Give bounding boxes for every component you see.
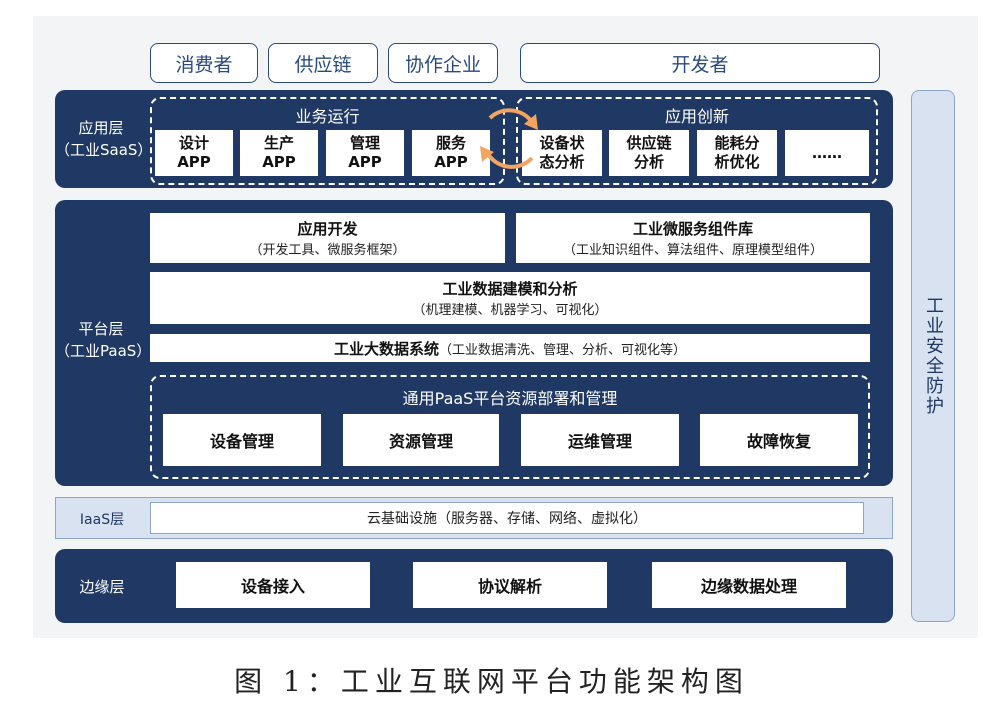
app-card-management: 管理 APP [326,130,404,176]
innovation-group-title: 应用创新 [664,107,729,126]
business-group-title: 业务运行 [295,107,360,126]
edge-layer-label: 边缘层 [79,578,125,596]
edge-card-device-access: 设备接入 [176,562,370,608]
app-card-design: 设计 APP [155,130,233,176]
app-card-energy-optimization-line2: 析优化 [714,153,760,171]
app-card-production-line1: 生产 [263,134,294,152]
app-card-production: 生产 APP [240,130,318,176]
app-card-supply-chain-analysis-line2: 分析 [633,153,664,171]
microservice-card: 工业微服务组件库 （工业知识组件、算法组件、原理模型组件） [516,213,870,263]
edge-card-edge-data: 边缘数据处理 [652,562,846,608]
iaas-layer-label: IaaS层 [79,512,125,528]
modeling-card: 工业数据建模和分析 （机理建模、机器学习、可视化） [150,272,870,324]
user-box-consumer: 消费者 [150,43,258,83]
bigdata-title: 工业大数据系统 [333,339,439,358]
figure-caption: 图 1：工业互联网平台功能架构图 [234,665,749,698]
app-card-design-line1: 设计 [178,134,209,152]
app-card-supply-chain-analysis: 供应链 分析 [609,130,689,176]
user-box-developer: 开发者 [520,43,880,83]
paas-card-equipment: 设备管理 [163,414,321,466]
modeling-title: 工业数据建模和分析 [442,280,578,298]
microservice-title: 工业微服务组件库 [632,220,753,238]
platform-layer-label: 平台层 （工业PaaS） [55,318,152,362]
microservice-sub: （工业知识组件、算法组件、原理模型组件） [562,243,823,258]
paas-card-operations: 运维管理 [521,414,679,466]
cycle-arrows-icon [480,108,538,169]
user-box-partner-enterprise: 协作企业 [388,43,498,83]
paas-card-resource: 资源管理 [343,414,499,466]
platform-layer-label-line2: （工业PaaS） [55,342,152,360]
app-card-more: …… [785,130,869,176]
app-layer-label-line2: （工业SaaS） [55,141,153,159]
bigdata-card: 工业大数据系统 （工业数据清洗、管理、分析、可视化等） [150,334,870,362]
app-card-supply-chain-analysis-line1: 供应链 [626,134,672,152]
modeling-sub: （机理建模、机器学习、可视化） [412,303,608,318]
app-card-service-line1: 服务 [435,134,466,152]
user-box-supply-chain: 供应链 [268,43,378,83]
paas-card-recovery: 故障恢复 [700,414,858,466]
security-label: 工业安全防护 [923,296,944,416]
app-card-management-line1: 管理 [349,134,380,152]
app-card-energy-optimization-line1: 能耗分 [714,134,760,152]
app-card-production-line2: APP [262,153,296,171]
paas-group-title: 通用PaaS平台资源部署和管理 [402,389,618,408]
bigdata-sub: （工业数据清洗、管理、分析、可视化等） [439,342,687,358]
app-layer-label: 应用层 （工业SaaS） [55,117,153,161]
app-dev-title: 应用开发 [297,220,358,238]
edge-card-protocol-parsing: 协议解析 [413,562,607,608]
app-card-management-line2: APP [348,153,382,171]
app-card-design-line2: APP [177,153,211,171]
app-card-more-line1: …… [812,143,842,162]
app-card-energy-optimization: 能耗分 析优化 [697,130,777,176]
app-dev-card: 应用开发 （开发工具、微服务框架） [150,213,505,263]
app-layer-label-line1: 应用层 [78,119,124,137]
app-card-service-line2: APP [434,153,468,171]
iaas-content: 云基础设施（服务器、存储、网络、虚拟化） [150,502,864,534]
security-panel: 工业安全防护 [911,90,955,622]
platform-layer-label-line1: 平台层 [78,320,124,338]
app-dev-sub: （开发工具、微服务框架） [249,243,406,258]
